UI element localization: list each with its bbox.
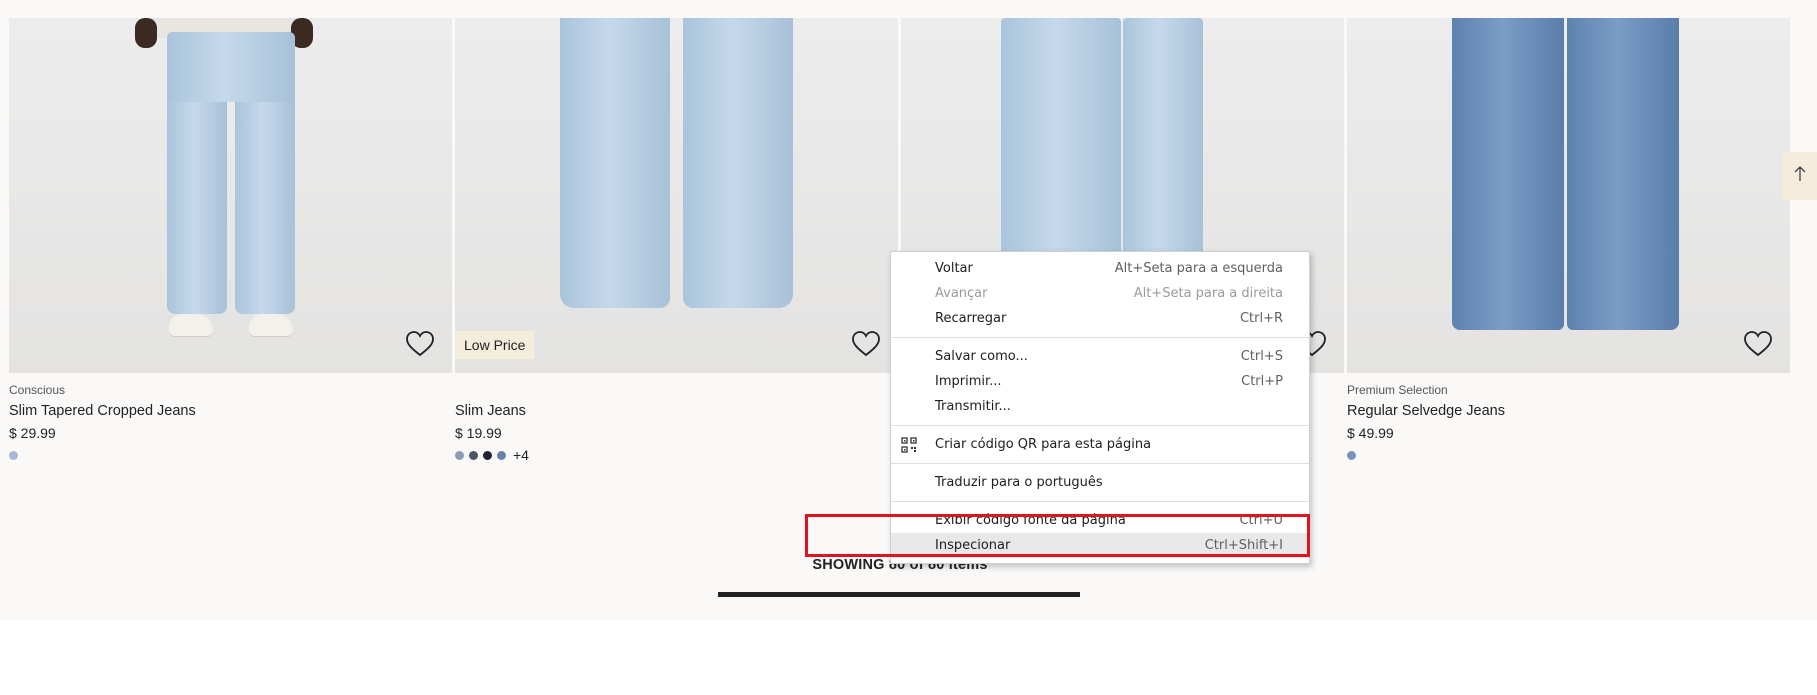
- product-price: $ 49.99: [1347, 425, 1394, 441]
- menu-item[interactable]: Criar código QR para esta página: [891, 432, 1309, 457]
- menu-item-shortcut: Ctrl+Shift+I: [1204, 538, 1283, 553]
- menu-item-shortcut: Ctrl+R: [1239, 311, 1283, 326]
- menu-separator: [891, 463, 1309, 464]
- qr-code-icon: [901, 437, 917, 453]
- items-progress-fill: [718, 592, 1080, 597]
- product-name[interactable]: Slim Jeans: [455, 401, 898, 421]
- color-swatches: [9, 447, 452, 463]
- menu-item-label: Traduzir para o português: [935, 475, 1103, 490]
- menu-item[interactable]: Transmitir...: [891, 394, 1309, 419]
- menu-item[interactable]: Voltar Alt+Seta para a esquerda: [891, 256, 1309, 281]
- menu-item-label: Transmitir...: [935, 399, 1011, 414]
- low-price-badge: Low Price: [455, 331, 535, 359]
- product-image[interactable]: Low Price: [455, 18, 898, 373]
- favorite-heart-icon[interactable]: [404, 329, 436, 359]
- product-image[interactable]: [1347, 18, 1790, 373]
- product-card[interactable]: Low Price Slim Jeans $ 19.99 +4: [455, 18, 898, 463]
- jeans-left-leg: [1452, 18, 1564, 330]
- menu-item-label: Salvar como...: [935, 349, 1028, 364]
- menu-separator: [891, 501, 1309, 502]
- browser-context-menu: Voltar Alt+Seta para a esquerda Avançar Alt…: [890, 251, 1310, 564]
- jeans-waist: [167, 32, 295, 102]
- model-hand: [135, 18, 157, 48]
- menu-item-label: Recarregar: [935, 311, 1007, 326]
- arrow-up-icon: [1793, 165, 1807, 188]
- menu-separator: [891, 337, 1309, 338]
- product-image[interactable]: [9, 18, 452, 373]
- menu-item-shortcut: Ctrl+P: [1241, 374, 1283, 389]
- product-card[interactable]: Conscious Slim Tapered Cropped Jeans $ 2…: [9, 18, 452, 463]
- menu-item[interactable]: Salvar como... Ctrl+S: [891, 344, 1309, 369]
- product-brand-label: Conscious: [9, 383, 66, 397]
- more-colors-count[interactable]: +4: [513, 447, 529, 463]
- jeans-right-leg: [683, 18, 793, 308]
- product-name[interactable]: Regular Selvedge Jeans: [1347, 401, 1790, 421]
- menu-item[interactable]: Imprimir... Ctrl+P: [891, 369, 1309, 394]
- color-swatch[interactable]: [9, 450, 18, 460]
- product-brand-label: [455, 383, 898, 398]
- menu-item-shortcut: Ctrl+U: [1239, 513, 1283, 528]
- menu-item-label: Inspecionar: [935, 538, 1011, 553]
- items-progress-bar: [718, 592, 1080, 597]
- menu-item-label: Voltar: [935, 261, 973, 276]
- product-price: $ 29.99: [9, 425, 56, 441]
- color-swatch[interactable]: [483, 450, 492, 460]
- color-swatch[interactable]: [1347, 450, 1356, 460]
- product-price: $ 19.99: [455, 425, 502, 441]
- favorite-heart-icon[interactable]: [850, 329, 882, 359]
- menu-separator: [891, 425, 1309, 426]
- color-swatch[interactable]: [455, 450, 464, 460]
- menu-item[interactable]: Recarregar Ctrl+R: [891, 306, 1309, 331]
- left-sneaker: [169, 314, 213, 336]
- product-card[interactable]: Premium Selection Regular Selvedge Jeans…: [1347, 18, 1790, 463]
- color-swatches: +4: [455, 447, 898, 463]
- product-brand-label: Premium Selection: [1347, 383, 1448, 397]
- menu-item-label: Imprimir...: [935, 374, 1002, 389]
- menu-item-shortcut: Alt+Seta para a direita: [1133, 286, 1283, 301]
- jeans-right-leg: [1567, 18, 1679, 330]
- product-name[interactable]: Slim Tapered Cropped Jeans: [9, 401, 452, 421]
- color-swatch[interactable]: [497, 450, 506, 460]
- menu-item-shortcut: Ctrl+S: [1240, 349, 1283, 364]
- jeans-left-leg: [560, 18, 670, 308]
- scroll-to-top-button[interactable]: [1782, 152, 1817, 200]
- menu-item-shortcut: Alt+Seta para a esquerda: [1114, 261, 1283, 276]
- menu-item-label: Exibir código fonte da página: [935, 513, 1126, 528]
- right-sneaker: [249, 314, 293, 336]
- menu-item[interactable]: Traduzir para o português: [891, 470, 1309, 495]
- favorite-heart-icon[interactable]: [1742, 329, 1774, 359]
- color-swatch[interactable]: [469, 450, 478, 460]
- menu-item-label: Avançar: [935, 286, 988, 301]
- menu-item[interactable]: Exibir código fonte da página Ctrl+U: [891, 508, 1309, 533]
- color-swatches: [1347, 447, 1790, 463]
- menu-item-label: Criar código QR para esta página: [935, 437, 1152, 452]
- menu-item: Avançar Alt+Seta para a direita: [891, 281, 1309, 306]
- menu-item[interactable]: Inspecionar Ctrl+Shift+I: [891, 533, 1309, 558]
